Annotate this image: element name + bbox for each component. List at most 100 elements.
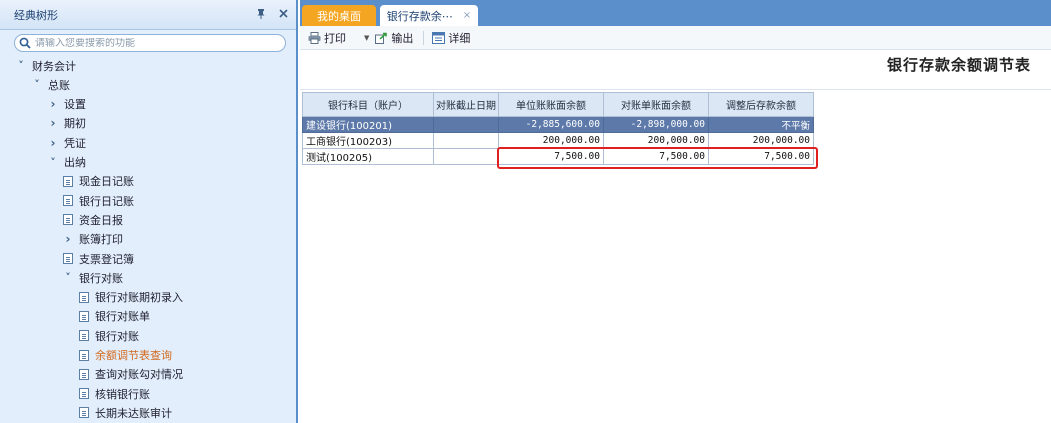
report-title: 银行存款余额调节表 [886, 56, 1031, 74]
chevron-down-icon[interactable]: ˅ [63, 271, 73, 284]
tree-item-label: 期初 [64, 117, 86, 131]
tree-item-label: 查询对账勾对情况 [95, 368, 183, 382]
left-panel-title: 经典树形 [14, 8, 58, 22]
cell-book-balance: -2,885,600.00 [498, 116, 604, 133]
cell-statement-balance: 200,000.00 [603, 132, 709, 149]
tree-item[interactable]: ˅ 总账 [32, 75, 70, 94]
tree-item[interactable]: 余额调节表查询 [79, 346, 172, 365]
cell-account: 工商银行(100203) [302, 132, 434, 149]
tab-close-icon[interactable]: × [463, 10, 471, 21]
detail-button[interactable]: 详细 [432, 30, 470, 46]
column-header-cutoff-date[interactable]: 对账截止日期 [433, 92, 499, 117]
close-icon[interactable] [274, 8, 292, 21]
cell-book-balance: 200,000.00 [498, 132, 604, 149]
cell-statement-balance: 7,500.00 [603, 148, 709, 165]
toolbar-separator [423, 30, 425, 45]
column-header-statement-balance[interactable]: 对账单账面余额 [603, 92, 709, 117]
document-icon [79, 349, 89, 361]
chevron-down-icon[interactable]: ˅ [16, 59, 26, 72]
chevron-right-icon[interactable]: › [48, 136, 58, 150]
cell-cutoff-date [433, 148, 499, 165]
tree-item-label: 银行对账 [95, 329, 139, 343]
tree-item-label: 核销银行账 [95, 387, 150, 401]
cell-adjusted-balance: 不平衡 [708, 116, 814, 133]
tree-item-label: 账簿打印 [79, 233, 123, 247]
tree-item[interactable]: 查询对账勾对情况 [79, 365, 183, 384]
print-button[interactable]: 打印 [308, 30, 346, 46]
print-label: 打印 [324, 31, 346, 45]
tree-item-label: 银行对账期初录入 [95, 291, 183, 305]
left-panel-header: 经典树形 [0, 0, 296, 30]
print-dropdown-icon[interactable]: ▼ [364, 34, 369, 42]
export-icon [375, 32, 388, 44]
tab-my-desktop[interactable]: 我的桌面 [302, 5, 376, 26]
cell-cutoff-date [433, 132, 499, 149]
tree-item[interactable]: › 凭证 [48, 133, 86, 152]
tree-item-label: 总账 [48, 78, 70, 92]
tree-item[interactable]: 核销银行账 [79, 384, 150, 403]
tree-item[interactable]: ˅ 银行对账 [63, 268, 123, 287]
document-icon [79, 407, 89, 419]
search-box [14, 34, 286, 52]
tree-item[interactable]: 长期未达账审计 [79, 403, 172, 422]
tree-item-label: 现金日记账 [79, 175, 134, 189]
cell-account: 建设银行(100201) [302, 116, 434, 133]
cell-adjusted-balance: 200,000.00 [708, 132, 814, 149]
tab-bank-balance-report[interactable]: 银行存款余⋯ × [380, 5, 478, 26]
chevron-down-icon[interactable]: ˅ [48, 156, 58, 169]
tree-item-label: 余额调节表查询 [95, 349, 172, 362]
tree-item-label: 银行对账 [79, 271, 123, 285]
tree-item[interactable]: 银行日记账 [63, 191, 134, 210]
cell-statement-balance: -2,898,000.00 [603, 116, 709, 133]
cell-adjusted-balance: 7,500.00 [708, 148, 814, 165]
tree-item-label: 资金日报 [79, 213, 123, 227]
tree-item[interactable]: 支票登记簿 [63, 249, 134, 268]
document-icon [63, 175, 73, 187]
search-input[interactable] [35, 37, 275, 49]
export-button[interactable]: 输出 [375, 30, 413, 46]
tree-item-label: 出纳 [64, 156, 86, 169]
table-row[interactable]: 建设银行(100201) -2,885,600.00 -2,898,000.00… [302, 116, 814, 133]
chevron-down-icon[interactable]: ˅ [32, 78, 42, 91]
tree-item[interactable]: › 设置 [48, 95, 86, 114]
printer-icon [308, 31, 321, 44]
tree-item[interactable]: 资金日报 [63, 210, 123, 229]
left-nav-panel: 经典树形 ˅ 财务会计 ˅ 总账 › 设置 › 期初 › 凭证 ˅ 出纳现金日记账银行日记账资金日报 ›… [0, 0, 298, 423]
tree-item[interactable]: ˅ 出纳 [48, 153, 86, 172]
detail-icon [432, 31, 446, 44]
tree-item[interactable]: › 账簿打印 [63, 230, 123, 249]
tree-item-label: 银行对账单 [95, 310, 150, 324]
document-icon [79, 368, 89, 380]
cell-cutoff-date [433, 116, 499, 133]
tab-bar: 我的桌面 银行存款余⋯ × [300, 0, 1051, 26]
document-icon [79, 310, 89, 322]
chevron-right-icon[interactable]: › [48, 116, 58, 130]
tab-my-desktop-label: 我的桌面 [317, 9, 361, 23]
cell-account: 测试(100205) [302, 148, 434, 165]
toolbar: 打印 ▼ 输出 详细 [300, 26, 1051, 50]
pin-icon[interactable] [252, 8, 270, 22]
tab-bank-balance-report-label: 银行存款余⋯ [386, 9, 453, 23]
table-row[interactable]: 工商银行(100203) 200,000.00 200,000.00 200,0… [302, 132, 814, 149]
tree-item[interactable]: ˅ 财务会计 [16, 56, 76, 75]
chevron-right-icon[interactable]: › [48, 97, 58, 111]
tree-item[interactable]: 银行对账单 [79, 307, 150, 326]
tree-item[interactable]: 银行对账期初录入 [79, 288, 183, 307]
tree-item[interactable]: 现金日记账 [63, 172, 134, 191]
tree-item-label: 银行日记账 [79, 194, 134, 208]
detail-label: 详细 [448, 31, 471, 45]
column-header-account[interactable]: 银行科目（账户） [302, 92, 434, 117]
tree-item-label: 支票登记簿 [79, 252, 134, 266]
search-icon [19, 37, 31, 49]
tree-item[interactable]: 银行对账 [79, 326, 139, 345]
chevron-right-icon[interactable]: › [63, 232, 73, 246]
table-row[interactable]: 测试(100205) 7,500.00 7,500.00 7,500.00 [302, 148, 814, 165]
tree-item-label: 凭证 [64, 136, 86, 150]
tree-item[interactable]: › 期初 [48, 114, 86, 133]
column-header-adjusted-balance[interactable]: 调整后存款余额 [708, 92, 814, 117]
document-icon [79, 291, 89, 303]
document-icon [79, 330, 89, 342]
document-icon [63, 214, 73, 226]
column-header-book-balance[interactable]: 单位账账面余额 [498, 92, 604, 117]
table-header-row: 银行科目（账户） 对账截止日期 单位账账面余额 对账单账面余额 调整后存款余额 [302, 92, 814, 117]
